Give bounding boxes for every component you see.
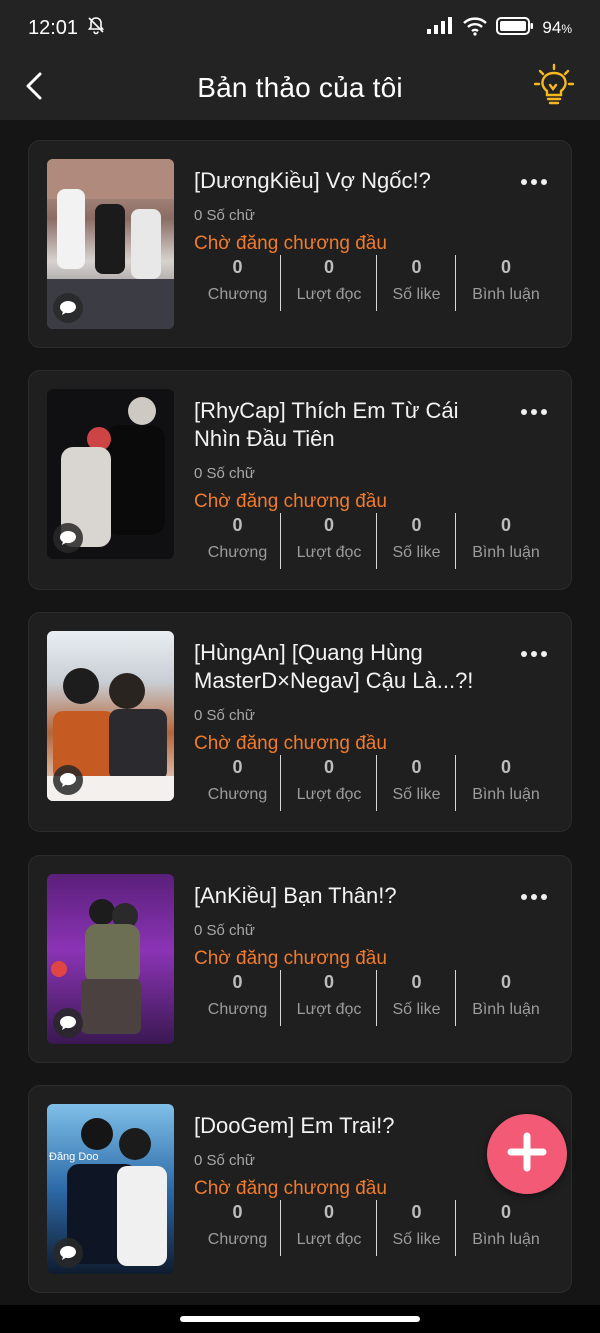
stats-row: 0 Chương 0 Lượt đọc 0 Số like 0 Bình luận: [194, 255, 556, 311]
status-text: Chờ đăng chương đầu: [194, 1178, 387, 1199]
battery-level: 94%: [542, 18, 572, 37]
page-title: Bản thảo của tôi: [197, 72, 403, 103]
stat-likes: 0 Số like: [377, 513, 456, 569]
word-count: 0 Số chữ: [194, 207, 255, 224]
more-options-button[interactable]: [521, 649, 551, 659]
story-cover: Đăng Doo: [47, 1104, 174, 1274]
svg-text:Đăng Doo: Đăng Doo: [49, 1151, 99, 1163]
clock: 12:01: [28, 16, 79, 39]
story-cover: [47, 874, 174, 1044]
word-count: 0 Số chữ: [194, 707, 255, 724]
story-title: [RhyCap] Thích Em Từ Cái Nhìn Đầu Tiên: [194, 398, 459, 451]
stat-chapters: 0 Chương: [194, 1200, 281, 1256]
stat-chapters: 0 Chương: [194, 255, 281, 311]
story-title: [DươngKiều] Vợ Ngốc!?: [194, 168, 431, 193]
story-cover: [47, 389, 174, 559]
stats-row: 0 Chương 0 Lượt đọc 0 Số like 0 Bình luận: [194, 970, 556, 1026]
story-cover: [47, 159, 174, 329]
draft-card[interactable]: Đăng Doo [DooGem] Em Trai!? 0 Số chữ Chờ…: [28, 1085, 572, 1293]
story-title: [DooGem] Em Trai!?: [194, 1113, 395, 1138]
back-button[interactable]: [24, 68, 54, 108]
app-header: Bản thảo của tôi: [0, 56, 600, 120]
battery-icon: [496, 16, 534, 41]
draft-card[interactable]: [HùngAn] [Quang Hùng MasterD×Negav] Cậu …: [28, 612, 572, 832]
draft-card[interactable]: [DươngKiều] Vợ Ngốc!? 0 Số chữ Chờ đăng …: [28, 140, 572, 348]
status-text: Chờ đăng chương đầu: [194, 948, 387, 969]
home-gesture-handle[interactable]: [180, 1316, 420, 1322]
stat-comments: 0 Bình luận: [472, 515, 540, 561]
plus-icon: [505, 1130, 549, 1179]
stat-reads: 0 Lượt đọc: [281, 255, 377, 311]
comment-bubble-icon: [53, 523, 83, 553]
word-count: 0 Số chữ: [194, 1152, 255, 1169]
stat-likes: 0 Số like: [377, 755, 456, 811]
tips-button[interactable]: [533, 63, 575, 112]
status-text: Chờ đăng chương đầu: [194, 491, 387, 512]
stat-chapters: 0 Chương: [194, 755, 281, 811]
system-nav-bar: [0, 1305, 600, 1333]
comment-bubble-icon: [53, 293, 83, 323]
stat-comments: 0 Bình luận: [472, 1202, 540, 1248]
story-cover: [47, 631, 174, 801]
add-draft-button[interactable]: [487, 1114, 567, 1194]
stats-row: 0 Chương 0 Lượt đọc 0 Số like 0 Bình luận: [194, 1200, 556, 1256]
stat-chapters: 0 Chương: [194, 970, 281, 1026]
more-options-button[interactable]: [521, 177, 551, 187]
word-count: 0 Số chữ: [194, 465, 255, 482]
stats-row: 0 Chương 0 Lượt đọc 0 Số like 0 Bình luận: [194, 513, 556, 569]
stat-comments: 0 Bình luận: [472, 257, 540, 303]
wifi-icon: [462, 16, 488, 41]
status-bar: 12:01 94%: [0, 0, 600, 56]
status-text: Chờ đăng chương đầu: [194, 733, 387, 754]
more-options-button[interactable]: [521, 407, 551, 417]
stat-chapters: 0 Chương: [194, 513, 281, 569]
bell-off-icon: [86, 15, 106, 41]
more-options-button[interactable]: [521, 892, 551, 902]
story-title: [HùngAn] [Quang Hùng MasterD×Negav] Cậu …: [194, 640, 474, 693]
stat-reads: 0 Lượt đọc: [281, 513, 377, 569]
story-title: [AnKiều] Bạn Thân!?: [194, 883, 397, 908]
stat-reads: 0 Lượt đọc: [281, 1200, 377, 1256]
word-count: 0 Số chữ: [194, 922, 255, 939]
lightbulb-icon: [533, 63, 575, 112]
stat-reads: 0 Lượt đọc: [281, 970, 377, 1026]
comment-bubble-icon: [53, 765, 83, 795]
stat-reads: 0 Lượt đọc: [281, 755, 377, 811]
stat-likes: 0 Số like: [377, 255, 456, 311]
signal-icon: [426, 16, 454, 40]
comment-bubble-icon: [53, 1008, 83, 1038]
chevron-left-icon: [24, 71, 44, 106]
stats-row: 0 Chương 0 Lượt đọc 0 Số like 0 Bình luận: [194, 755, 556, 811]
draft-card[interactable]: [AnKiều] Bạn Thân!? 0 Số chữ Chờ đăng ch…: [28, 855, 572, 1063]
stat-comments: 0 Bình luận: [472, 972, 540, 1018]
stat-likes: 0 Số like: [377, 970, 456, 1026]
draft-card[interactable]: [RhyCap] Thích Em Từ Cái Nhìn Đầu Tiên 0…: [28, 370, 572, 590]
comment-bubble-icon: [53, 1238, 83, 1268]
stat-likes: 0 Số like: [377, 1200, 456, 1256]
stat-comments: 0 Bình luận: [472, 757, 540, 803]
status-text: Chờ đăng chương đầu: [194, 233, 387, 254]
